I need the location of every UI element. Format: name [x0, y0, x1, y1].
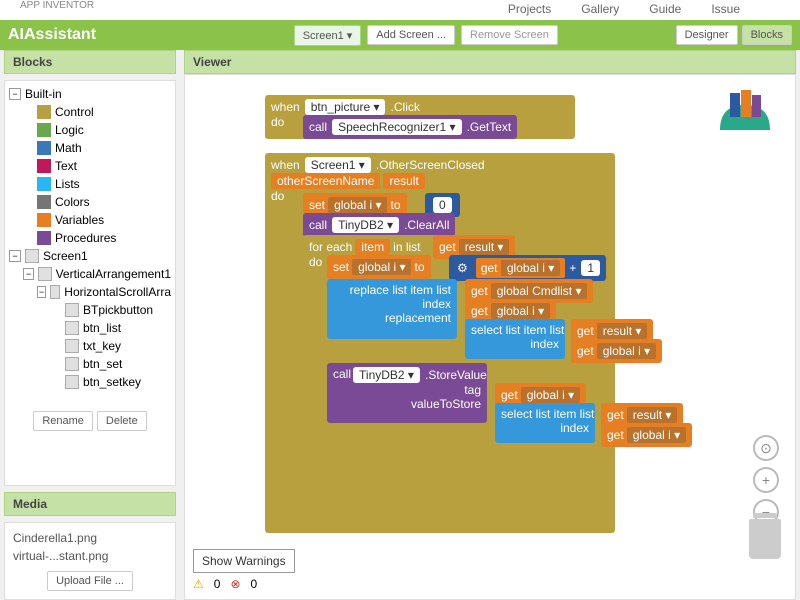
call-clearall[interactable]: call TinyDB2 ▾ .ClearAll [303, 213, 455, 237]
cat-math[interactable]: Math [55, 141, 82, 155]
button-icon [65, 303, 79, 317]
viewer-panel-title: Viewer [184, 50, 796, 74]
upload-file-button[interactable]: Upload File ... [47, 571, 133, 591]
nav-gallery[interactable]: Gallery [581, 2, 619, 18]
swatch-procedures [37, 231, 51, 245]
button-icon [65, 375, 79, 389]
screen-dropdown[interactable]: Screen1 ▾ [294, 25, 362, 46]
remove-screen-button[interactable]: Remove Screen [461, 25, 558, 45]
designer-button[interactable]: Designer [676, 25, 738, 45]
comp-btnset[interactable]: btn_set [83, 357, 122, 371]
replace-list-block[interactable]: replace list item listindexreplacement [327, 279, 457, 339]
param-result[interactable]: result [383, 173, 424, 189]
cat-lists[interactable]: Lists [55, 177, 80, 191]
swatch-logic [37, 123, 51, 137]
comp-txtkey[interactable]: txt_key [83, 339, 121, 353]
comp-va[interactable]: VerticalArrangement1 [56, 267, 171, 281]
comp-hsa[interactable]: HorizontalScrollArra [64, 285, 171, 299]
screen-icon [25, 249, 39, 263]
param-osn[interactable]: otherScreenName [271, 173, 380, 189]
text-icon [65, 339, 79, 353]
comp-bt[interactable]: BTpickbutton [83, 303, 153, 317]
show-warnings-button[interactable]: Show Warnings [193, 549, 295, 573]
layout-icon [50, 285, 60, 299]
button-icon [65, 357, 79, 371]
toggle-builtin[interactable]: − [9, 88, 21, 100]
warning-icon: ⚠ [193, 577, 204, 591]
select-list-1[interactable]: select list item listindex [465, 319, 565, 359]
backpack-icon[interactable] [715, 85, 775, 140]
blocks-panel-title: Blocks [4, 50, 176, 74]
layout-icon [38, 267, 51, 281]
media-panel: Cinderella1.png virtual-...stant.png Upl… [4, 522, 176, 600]
zoom-in-button[interactable]: + [753, 467, 779, 493]
trash-icon[interactable] [749, 519, 781, 559]
button-icon [65, 321, 79, 335]
media-file-2[interactable]: virtual-...stant.png [11, 547, 169, 565]
comp-screen1[interactable]: Screen1 [43, 249, 88, 263]
error-icon: ⊗ [230, 577, 240, 591]
blocks-tree: −Built-in Control Logic Math Text Lists … [4, 80, 176, 486]
add-screen-button[interactable]: Add Screen ... [367, 25, 455, 45]
media-panel-title: Media [4, 492, 176, 516]
swatch-text [37, 159, 51, 173]
logo-text: APP INVENTOR [20, 0, 94, 11]
blocks-canvas[interactable]: when btn_picture ▾ .Click do call Speech… [184, 74, 796, 600]
swatch-lists [37, 177, 51, 191]
cat-logic[interactable]: Logic [55, 123, 84, 137]
cat-text[interactable]: Text [55, 159, 77, 173]
header-bar: AIAssistant Screen1 ▾ Add Screen ... Rem… [0, 20, 800, 50]
cat-variables[interactable]: Variables [55, 213, 104, 227]
zoom-controls: ⊙ + − [753, 435, 779, 525]
nav-issue[interactable]: Issue [711, 2, 740, 18]
blocks-button[interactable]: Blocks [742, 25, 792, 45]
media-file-1[interactable]: Cinderella1.png [11, 529, 169, 547]
swatch-control [37, 105, 51, 119]
nav-guide[interactable]: Guide [649, 2, 681, 18]
toggle-screen1[interactable]: − [9, 250, 21, 262]
err-count: 0 [251, 577, 258, 591]
swatch-variables [37, 213, 51, 227]
app-title: AIAssistant [8, 26, 96, 44]
set-global-i-plus[interactable]: set global i ▾ to [327, 255, 431, 279]
storeval-block[interactable]: call TinyDB2 ▾ .StoreValuetagvalueToStor… [327, 363, 487, 423]
comp-btnlist[interactable]: btn_list [83, 321, 121, 335]
toggle-va[interactable]: − [23, 268, 34, 280]
rename-button[interactable]: Rename [33, 411, 93, 431]
call-sr-block[interactable]: call SpeechRecognizer1 ▾ .GetText [303, 115, 517, 139]
cat-colors[interactable]: Colors [55, 195, 90, 209]
nav-projects[interactable]: Projects [508, 2, 551, 18]
warnings-bar: ⚠ 0 ⊗ 0 [193, 577, 257, 591]
toggle-hsa[interactable]: − [37, 286, 46, 298]
builtin-label[interactable]: Built-in [25, 87, 62, 101]
swatch-math [37, 141, 51, 155]
comp-btnsetkey[interactable]: btn_setkey [83, 375, 141, 389]
warn-count: 0 [214, 577, 221, 591]
select-list-2[interactable]: select list item listindex [495, 403, 595, 443]
swatch-colors [37, 195, 51, 209]
get-globali-2[interactable]: get global i ▾ [571, 339, 662, 363]
plus-block[interactable]: ⚙ get global i ▾ + 1 [449, 255, 606, 281]
get-globali-3[interactable]: get global i ▾ [601, 423, 692, 447]
delete-button[interactable]: Delete [97, 411, 147, 431]
cat-procedures[interactable]: Procedures [55, 231, 116, 245]
tree-hscroll[interactable] [9, 391, 171, 407]
zoom-center-button[interactable]: ⊙ [753, 435, 779, 461]
cat-control[interactable]: Control [55, 105, 94, 119]
